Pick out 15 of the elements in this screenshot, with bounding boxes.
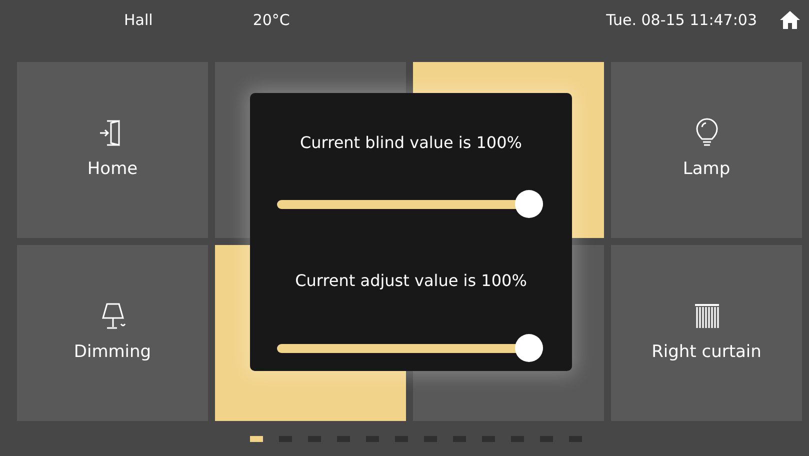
room-name: Hall [124,10,153,31]
slider-track[interactable] [277,189,543,219]
device-tile[interactable]: Right curtain [611,245,802,421]
page-indicator[interactable] [250,436,263,442]
date-time: Tue. 08-15 11:47:03 [606,10,757,31]
slider-thumb[interactable] [515,190,543,218]
slider-track[interactable] [277,333,543,363]
slider-label: Current adjust value is 100% [295,270,527,292]
slider-label: Current blind value is 100% [300,132,522,154]
temperature: 20°C [252,10,290,31]
device-tile[interactable]: Home [17,62,208,238]
device-tile[interactable]: Lamp [611,62,802,238]
home-icon[interactable] [779,10,801,30]
slider-thumb[interactable] [515,334,543,362]
device-tile[interactable]: Dimming [17,245,208,421]
